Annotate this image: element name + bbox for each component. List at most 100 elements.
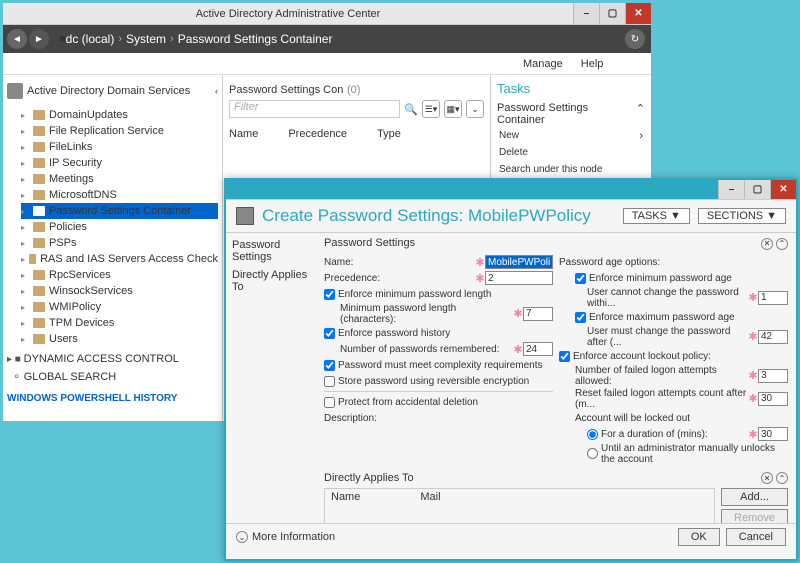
chk-reversible[interactable] <box>324 376 335 387</box>
min-age-field[interactable] <box>758 291 788 305</box>
view-dropdown[interactable]: ▦▾ <box>444 100 462 118</box>
remove-button: Remove <box>721 509 788 523</box>
chk-min-length[interactable] <box>324 289 335 300</box>
breadcrumb[interactable]: Password Settings Container <box>178 32 333 46</box>
tree-item[interactable]: Users <box>21 331 218 347</box>
tree-item[interactable]: FileLinks <box>21 139 218 155</box>
tree-item[interactable]: IP Security <box>21 155 218 171</box>
name-field[interactable] <box>485 255 553 269</box>
section-header: Directly Applies To ✕ ⌃ <box>324 472 788 485</box>
column-headers: Name Precedence Type <box>229 128 484 140</box>
duration-field[interactable] <box>758 427 788 441</box>
max-age-field[interactable] <box>758 330 788 344</box>
tree-item[interactable]: Meetings <box>21 171 218 187</box>
chk-protect[interactable] <box>324 397 335 408</box>
radio-until-admin[interactable] <box>587 448 598 459</box>
section-header: Password Settings ✕ ⌃ <box>324 237 788 250</box>
folder-icon <box>33 222 45 232</box>
close-icon[interactable]: ✕ <box>761 238 773 250</box>
chk-min-age[interactable] <box>575 273 586 284</box>
back-button[interactable]: ◄ <box>7 29 27 49</box>
minimize-button[interactable]: – <box>573 3 599 24</box>
tree-item[interactable]: Policies <box>21 219 218 235</box>
maximize-button[interactable]: ▢ <box>599 3 625 24</box>
manage-menu[interactable]: Manage <box>523 58 563 70</box>
folder-icon <box>33 174 45 184</box>
tasks-subhead[interactable]: Password Settings Container⌃ <box>497 102 645 126</box>
dialog-icon <box>236 207 254 225</box>
fail-attempts-field[interactable] <box>758 369 788 383</box>
task-item[interactable]: Search under this node <box>497 162 645 177</box>
task-item[interactable]: New› <box>497 128 645 143</box>
navigation-tree: Active Directory Domain Services ‹ Domai… <box>3 75 223 421</box>
chk-complexity[interactable] <box>324 360 335 371</box>
folder-icon <box>33 190 45 200</box>
tree-item[interactable]: PSPs <box>21 235 218 251</box>
ok-button[interactable]: OK <box>678 528 720 546</box>
home-icon[interactable]: ■ <box>59 33 66 45</box>
titlebar: Active Directory Administrative Center –… <box>3 3 651 25</box>
folder-icon <box>29 254 36 264</box>
folder-icon <box>33 270 45 280</box>
chk-max-age[interactable] <box>575 312 586 323</box>
more-info-toggle[interactable]: ⌄More Information <box>236 531 335 543</box>
view-dropdown[interactable]: ☰▾ <box>422 100 440 118</box>
dialog-titlebar: – ▢ ✕ <box>226 180 796 200</box>
dialog-title: Create Password Settings: MobilePWPolicy <box>262 206 615 226</box>
tree-item[interactable]: RAS and IAS Servers Access Check <box>21 251 218 267</box>
nav-password-settings[interactable]: Password Settings <box>232 239 310 263</box>
history-field[interactable] <box>523 342 553 356</box>
content-title: Password Settings Con (0) <box>229 81 484 96</box>
dialog-nav: Password Settings Directly Applies To <box>226 233 316 523</box>
close-button[interactable]: ✕ <box>770 180 796 199</box>
tree-title: Active Directory Domain Services ‹ <box>7 79 218 103</box>
tree-item[interactable]: ⚬ GLOBAL SEARCH <box>7 371 218 383</box>
breadcrumb[interactable]: dc (local) <box>66 32 115 46</box>
refresh-button[interactable]: ↻ <box>625 29 645 49</box>
search-icon[interactable]: 🔍 <box>404 103 418 116</box>
folder-icon <box>33 158 45 168</box>
tree-item[interactable]: WMIPolicy <box>21 299 218 315</box>
chk-history[interactable] <box>324 328 335 339</box>
add-button[interactable]: Add... <box>721 488 788 506</box>
menubar: Manage Help <box>3 53 651 75</box>
folder-icon <box>33 110 45 120</box>
tree-item[interactable]: RpcServices <box>21 267 218 283</box>
folder-icon <box>33 334 45 344</box>
create-password-settings-dialog: – ▢ ✕ Create Password Settings: MobilePW… <box>224 178 798 561</box>
close-button[interactable]: ✕ <box>625 3 651 24</box>
task-item[interactable]: Delete <box>497 145 645 160</box>
tree-item[interactable]: File Replication Service <box>21 123 218 139</box>
tasks-dropdown[interactable]: TASKS▼ <box>623 208 690 224</box>
collapse-icon[interactable]: ⌃ <box>776 238 788 250</box>
tree-item[interactable]: Password Settings Container <box>21 203 218 219</box>
window-title: Active Directory Administrative Center <box>3 8 573 20</box>
breadcrumb[interactable]: System <box>126 32 166 46</box>
sections-dropdown[interactable]: SECTIONS▼ <box>698 208 786 224</box>
tree-item[interactable]: MicrosoftDNS <box>21 187 218 203</box>
cancel-button[interactable]: Cancel <box>726 528 786 546</box>
tree-item[interactable]: ▸ ■ DYNAMIC ACCESS CONTROL <box>7 353 218 365</box>
forward-button[interactable]: ► <box>29 29 49 49</box>
tree-item[interactable]: TPM Devices <box>21 315 218 331</box>
maximize-button[interactable]: ▢ <box>744 180 770 199</box>
nav-directly-applies[interactable]: Directly Applies To <box>232 269 310 293</box>
folder-icon <box>33 206 45 216</box>
tree-item[interactable]: WinsockServices <box>21 283 218 299</box>
chk-lockout[interactable] <box>559 351 570 362</box>
collapse-icon[interactable]: ⌃ <box>776 472 788 484</box>
close-icon[interactable]: ✕ <box>761 472 773 484</box>
filter-input[interactable]: Filter <box>229 100 400 118</box>
minimize-button[interactable]: – <box>718 180 744 199</box>
expand-button[interactable]: ⌄ <box>466 100 484 118</box>
precedence-field[interactable] <box>485 271 553 285</box>
min-length-field[interactable] <box>523 307 553 321</box>
radio-duration[interactable] <box>587 429 598 440</box>
breadcrumb-bar: ◄ ► ■ dc (local) › System › Password Set… <box>3 25 651 53</box>
reset-count-field[interactable] <box>758 392 788 406</box>
folder-icon <box>33 126 45 136</box>
help-menu[interactable]: Help <box>581 58 604 70</box>
powershell-history[interactable]: WINDOWS POWERSHELL HISTORY <box>7 393 218 404</box>
tree-item[interactable]: DomainUpdates <box>21 107 218 123</box>
folder-icon <box>33 318 45 328</box>
